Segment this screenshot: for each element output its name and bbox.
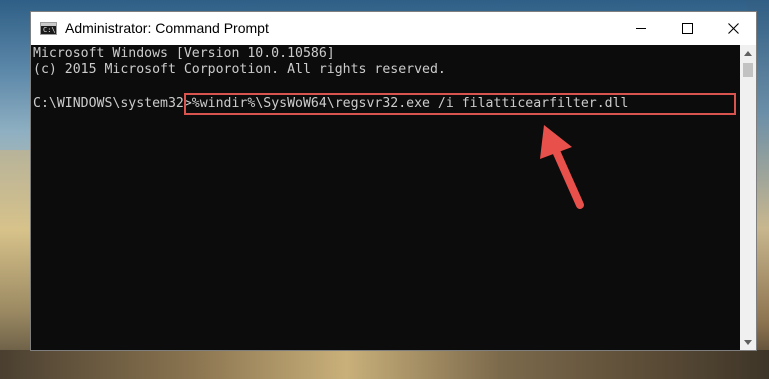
command-highlight-box: [184, 93, 736, 115]
command-prompt-window[interactable]: C:\ Administrator: Command Prompt Micros…: [30, 11, 757, 351]
scroll-up-button[interactable]: [740, 45, 756, 61]
minimize-button[interactable]: [618, 12, 664, 45]
scroll-down-button[interactable]: [740, 334, 756, 350]
cmd-icon[interactable]: C:\: [40, 22, 57, 35]
console-line-copyright: (c) 2015 Microsoft Corporotion. All righ…: [33, 62, 446, 77]
pointer-arrow-icon: [540, 125, 584, 209]
close-button[interactable]: [710, 12, 756, 45]
desktop-wallpaper-bottom: [0, 350, 769, 379]
scroll-down-icon: [744, 339, 752, 345]
vertical-scrollbar[interactable]: [740, 45, 756, 350]
title-bar[interactable]: C:\ Administrator: Command Prompt: [31, 12, 756, 45]
close-icon: [727, 23, 739, 34]
console-line-version: Microsoft Windows [Version 10.0.10586]: [33, 46, 335, 61]
scroll-up-icon: [744, 50, 752, 56]
maximize-button[interactable]: [664, 12, 710, 45]
scrollbar-thumb[interactable]: [743, 63, 753, 77]
window-title: Administrator: Command Prompt: [65, 20, 269, 36]
console-prompt: C:\WINDOWS\system32>: [33, 96, 192, 111]
minimize-icon: [636, 28, 646, 29]
console-output[interactable]: Microsoft Windows [Version 10.0.10586] (…: [31, 45, 740, 350]
maximize-icon: [681, 23, 693, 34]
cmd-icon-text: C:\: [43, 26, 56, 34]
